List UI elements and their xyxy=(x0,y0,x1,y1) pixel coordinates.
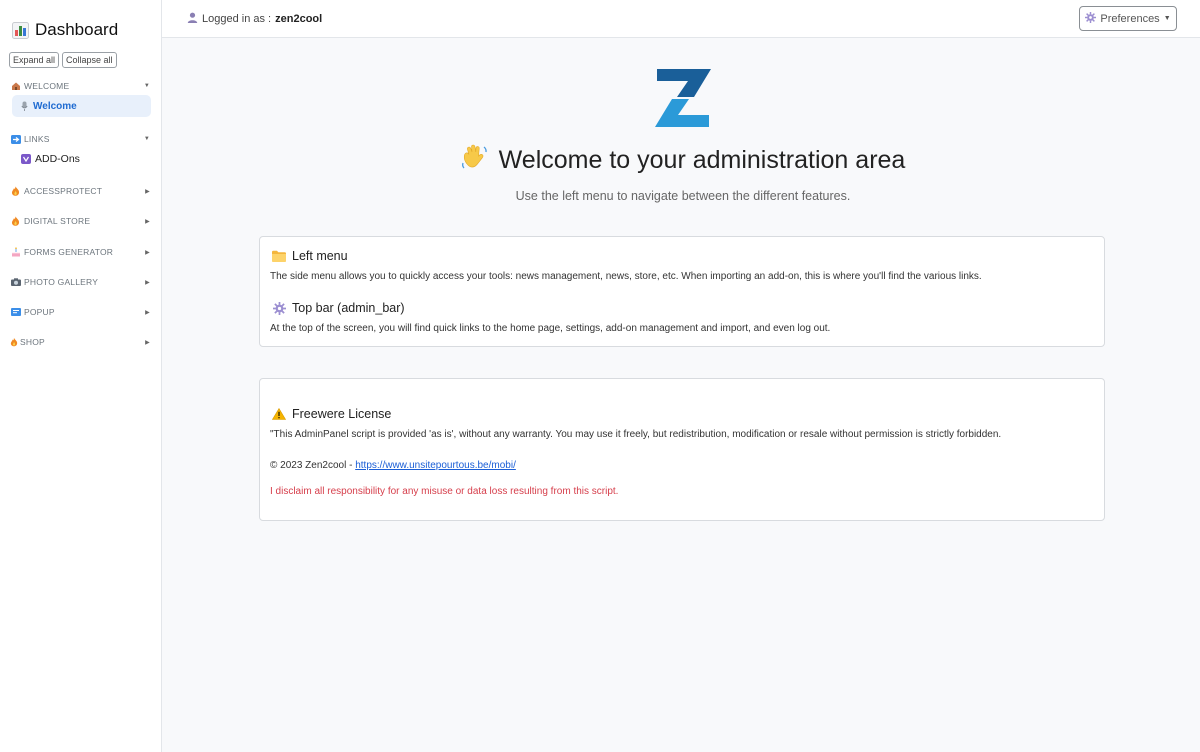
info-card: Left menu The side menu allows you to qu… xyxy=(259,236,1105,347)
disclaimer-text: I disclaim all responsibility for any mi… xyxy=(270,486,619,497)
fire-icon xyxy=(10,216,21,227)
fire-icon xyxy=(10,337,18,348)
warning-icon xyxy=(272,407,286,421)
popup-icon xyxy=(10,307,21,318)
menu-section-label: PHOTO GALLERY xyxy=(24,277,99,287)
website-link[interactable]: https://www.unsitepourtous.be/mobi/ xyxy=(355,460,516,471)
menu-section-label: ACCESSPROTECT xyxy=(24,186,103,196)
menu-section-popup[interactable]: POPUP ▶ xyxy=(10,305,150,319)
cake-icon xyxy=(10,247,21,258)
logged-in-label: Logged in as : xyxy=(202,13,272,25)
addon-icon xyxy=(20,154,31,165)
bar-chart-icon xyxy=(12,21,29,39)
top-bar-heading: Top bar (admin_bar) xyxy=(272,301,405,315)
sidebar-brand[interactable]: Dashboard xyxy=(12,20,118,40)
license-heading: Freewere License xyxy=(272,407,391,421)
sidebar-item-welcome[interactable]: Welcome xyxy=(12,95,151,117)
logged-in-info: Logged in as : zen2cool xyxy=(187,12,322,26)
license-card: Freewere License "This AdminPanel script… xyxy=(259,378,1105,521)
microphone-icon xyxy=(20,101,29,112)
license-text: "This AdminPanel script is provided 'as … xyxy=(270,429,1002,440)
caret-right-icon: ▶ xyxy=(145,309,150,316)
caret-down-icon: ▼ xyxy=(143,83,150,89)
menu-section-label: LINKS xyxy=(24,134,50,144)
camera-icon xyxy=(10,277,21,288)
menu-section-links[interactable]: LINKS ▼ xyxy=(10,132,150,146)
menu-section-digital-store[interactable]: DIGITAL STORE ▶ xyxy=(10,214,150,228)
menu-section-label: DIGITAL STORE xyxy=(24,216,91,226)
page-title: Welcome to your administration area xyxy=(262,144,1104,177)
copyright-text: © 2023 Zen2cool - xyxy=(270,460,356,471)
license-title: Freewere License xyxy=(292,407,392,421)
page-title-text: Welcome to your administration area xyxy=(498,146,906,174)
sidebar-item-label: ADD-Ons xyxy=(35,153,80,165)
caret-down-icon: ▼ xyxy=(143,136,150,142)
waving-hand-icon xyxy=(461,144,489,177)
menu-section-label: POPUP xyxy=(24,307,55,317)
user-icon xyxy=(187,12,198,26)
menu-section-accessprotect[interactable]: ACCESSPROTECT ▶ xyxy=(10,184,150,198)
menu-section-welcome[interactable]: WELCOME ▼ xyxy=(10,79,150,93)
sidebar: Dashboard Expand all Collapse all WELCOM… xyxy=(0,0,162,752)
arrow-right-icon xyxy=(10,134,21,145)
sidebar-item-addons[interactable]: ADD-Ons xyxy=(12,148,151,170)
username: zen2cool xyxy=(275,13,323,25)
zen2cool-logo xyxy=(653,68,713,128)
left-menu-title: Left menu xyxy=(292,249,348,263)
top-bar-title: Top bar (admin_bar) xyxy=(292,301,405,315)
expand-all-button[interactable]: Expand all xyxy=(9,52,60,68)
caret-right-icon: ▶ xyxy=(145,249,150,256)
left-menu-description: The side menu allows you to quickly acce… xyxy=(270,271,982,282)
menu-section-forms-generator[interactable]: FORMS GENERATOR ▶ xyxy=(10,245,150,259)
menu-section-label: FORMS GENERATOR xyxy=(24,247,114,257)
sidebar-title: Dashboard xyxy=(35,20,119,39)
left-menu-heading: Left menu xyxy=(272,249,348,263)
caret-right-icon: ▶ xyxy=(145,188,150,195)
menu-section-photo-gallery[interactable]: PHOTO GALLERY ▶ xyxy=(10,275,150,289)
sidebar-item-label: Welcome xyxy=(33,100,77,112)
collapse-all-button[interactable]: Collapse all xyxy=(62,52,117,68)
top-bar: Logged in as : zen2cool Preferences ▼ xyxy=(162,0,1200,38)
expand-collapse-row: Expand all Collapse all xyxy=(9,52,117,68)
page-subtitle: Use the left menu to navigate between th… xyxy=(515,189,851,203)
top-bar-description: At the top of the screen, you will find … xyxy=(270,323,831,334)
house-icon xyxy=(10,81,21,92)
menu-section-label: WELCOME xyxy=(24,81,70,91)
gear-icon xyxy=(1085,11,1097,26)
caret-right-icon: ▶ xyxy=(145,279,150,286)
fire-icon xyxy=(10,186,21,197)
caret-right-icon: ▶ xyxy=(145,339,150,346)
gear-icon xyxy=(272,301,286,315)
caret-down-icon: ▼ xyxy=(1163,15,1171,22)
preferences-button[interactable]: Preferences ▼ xyxy=(1079,6,1177,31)
menu-section-shop[interactable]: SHOP ▶ xyxy=(10,335,150,349)
copyright-line: © 2023 Zen2cool - https://www.unsitepour… xyxy=(270,460,516,471)
folder-icon xyxy=(272,249,286,263)
menu-section-label: SHOP xyxy=(20,337,45,347)
caret-right-icon: ▶ xyxy=(145,218,150,225)
preferences-label: Preferences xyxy=(1100,12,1160,25)
